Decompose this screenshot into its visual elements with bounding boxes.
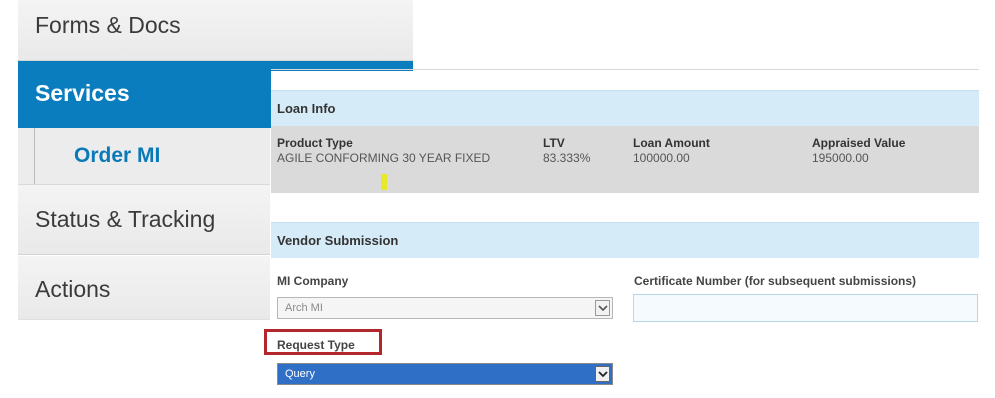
nav-order-mi[interactable]: Order MI — [18, 128, 270, 185]
certificate-number-input[interactable] — [633, 294, 978, 322]
product-type-value: AGILE CONFORMING 30 YEAR FIXED — [277, 151, 491, 165]
appraised-value-cell: Appraised Value 195000.00 — [812, 136, 905, 166]
order-mi-panel: Loan Info Product Type AGILE CONFORMING … — [264, 71, 979, 398]
ltv-cell: LTV 83.333% — [543, 136, 590, 166]
loan-info-grid: Product Type AGILE CONFORMING 30 YEAR FI… — [271, 126, 979, 193]
ltv-label: LTV — [543, 136, 565, 150]
nav-forms-docs[interactable]: Forms & Docs — [18, 0, 413, 61]
ltv-value: 83.333% — [543, 151, 591, 165]
nav-actions-label: Actions — [35, 276, 111, 302]
request-type-label: Request Type — [277, 338, 355, 352]
mi-company-label: MI Company — [277, 274, 349, 288]
panel-top-divider — [271, 69, 979, 70]
appraised-value-label: Appraised Value — [812, 136, 906, 150]
loan-amount-label: Loan Amount — [633, 136, 710, 150]
product-type-label: Product Type — [277, 136, 353, 150]
request-type-select[interactable]: Query — [277, 363, 613, 385]
subnav-divider — [34, 128, 35, 184]
cursor-marker — [381, 174, 387, 190]
loan-info-header: Loan Info — [271, 90, 979, 126]
nav-status-tracking[interactable]: Status & Tracking — [18, 185, 270, 255]
nav-forms-docs-label: Forms & Docs — [35, 12, 181, 38]
product-type-cell: Product Type AGILE CONFORMING 30 YEAR FI… — [277, 136, 490, 166]
nav-services-label: Services — [35, 80, 130, 106]
loan-amount-value: 100000.00 — [633, 151, 690, 165]
chevron-down-icon[interactable] — [595, 366, 610, 382]
chevron-down-icon[interactable] — [595, 300, 610, 316]
vendor-submission-header: Vendor Submission — [271, 222, 979, 258]
request-type-selected-value: Query — [285, 368, 315, 380]
nav-order-mi-label: Order MI — [74, 144, 161, 167]
nav-status-tracking-label: Status & Tracking — [35, 206, 216, 232]
mi-company-selected-value: Arch MI — [285, 302, 323, 314]
nav-actions[interactable]: Actions — [18, 256, 270, 320]
certificate-number-label: Certificate Number (for subsequent submi… — [634, 274, 917, 288]
mi-company-select[interactable]: Arch MI — [277, 297, 613, 319]
appraised-value-value: 195000.00 — [812, 151, 869, 165]
loan-amount-cell: Loan Amount 100000.00 — [633, 136, 710, 166]
